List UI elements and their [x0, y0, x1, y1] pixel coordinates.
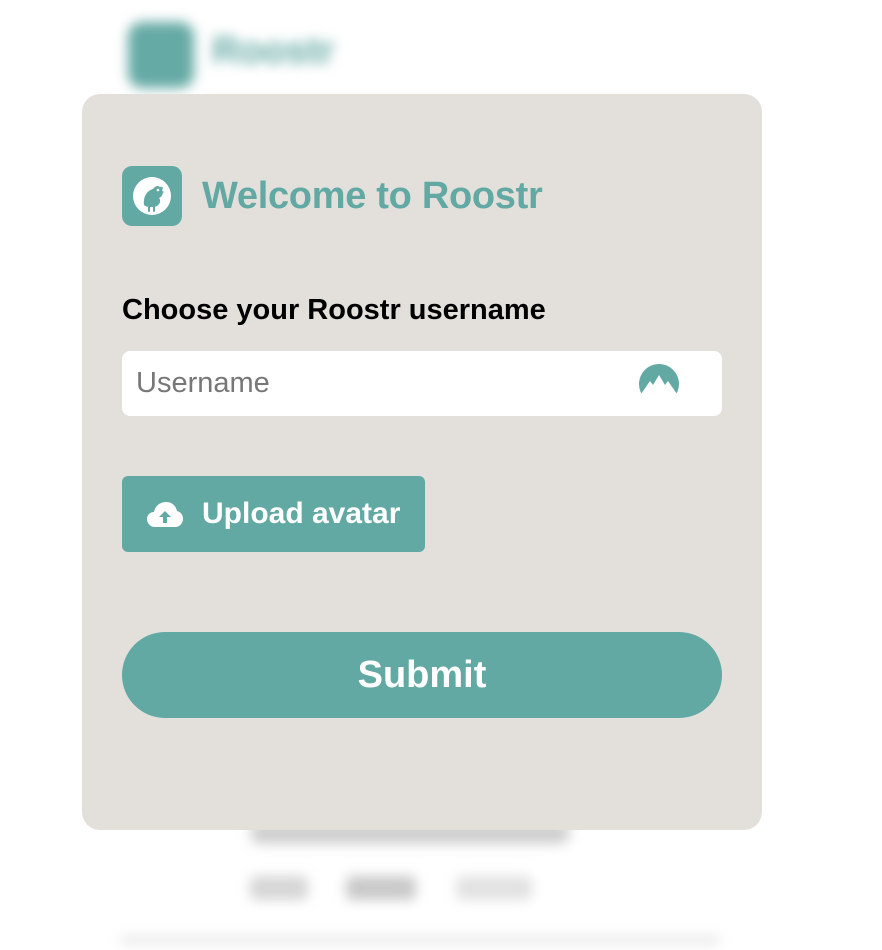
background-logo: [128, 22, 194, 88]
username-label: Choose your Roostr username: [122, 294, 546, 326]
background-divider: [120, 935, 720, 945]
submit-label: Submit: [357, 653, 487, 696]
background-stat: [346, 876, 416, 900]
background-stat: [250, 876, 308, 900]
submit-button[interactable]: Submit: [122, 632, 722, 718]
welcome-modal: Welcome to Roostr Choose your Roostr use…: [82, 94, 762, 830]
rooster-icon: [122, 166, 182, 226]
upload-avatar-label: Upload avatar: [202, 497, 401, 530]
background-stat: [456, 876, 532, 900]
username-field: [122, 351, 722, 416]
cloud-upload-icon: [146, 499, 184, 529]
upload-avatar-button[interactable]: Upload avatar: [122, 476, 425, 552]
mountain-peak-icon[interactable]: [638, 363, 680, 405]
modal-header: Welcome to Roostr: [122, 166, 543, 226]
background-brand-name: Roostr: [212, 30, 335, 72]
modal-title: Welcome to Roostr: [202, 174, 543, 217]
username-input[interactable]: [122, 351, 722, 416]
